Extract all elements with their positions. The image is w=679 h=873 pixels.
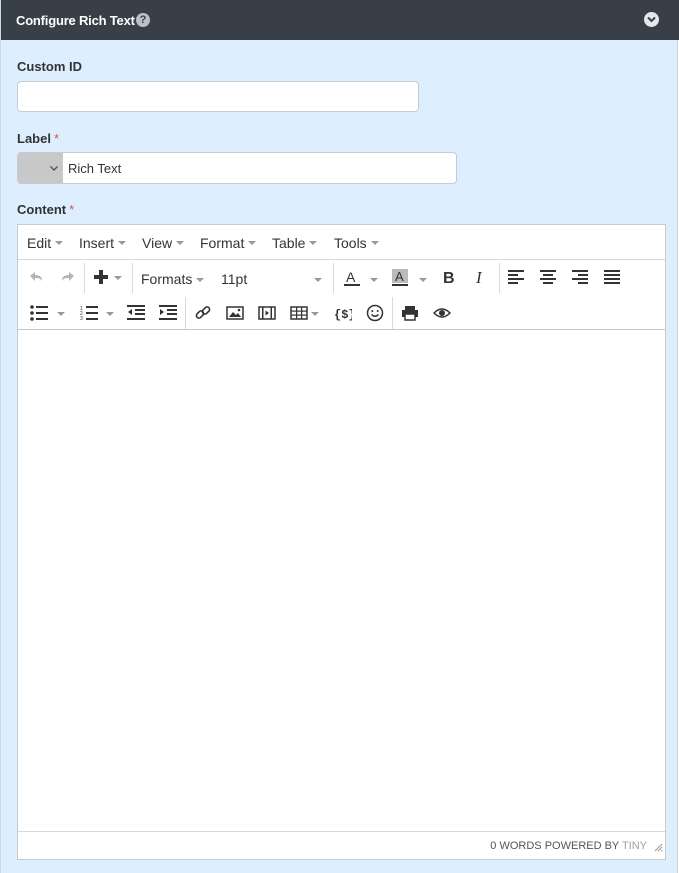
svg-text:A: A xyxy=(395,269,404,284)
menu-table[interactable]: Table xyxy=(272,235,318,251)
bullet-list-icon[interactable] xyxy=(30,305,48,331)
indent-icon[interactable] xyxy=(159,305,177,331)
label-field: Rich Text xyxy=(17,152,457,184)
align-center-icon[interactable] xyxy=(540,270,556,296)
help-icon[interactable]: ? xyxy=(136,13,150,27)
font-size-dropdown[interactable]: 11pt xyxy=(221,271,247,287)
bold-icon[interactable]: B xyxy=(442,269,456,295)
menu-edit[interactable]: Edit xyxy=(27,235,64,251)
custom-id-label: Custom ID xyxy=(17,59,82,74)
panel-header[interactable]: Configure Rich Text ? xyxy=(1,0,679,40)
italic-icon[interactable]: I xyxy=(474,269,488,295)
collapse-chevron-icon[interactable] xyxy=(644,12,659,27)
align-left-icon[interactable] xyxy=(508,270,524,296)
editor-content-area[interactable] xyxy=(18,331,665,831)
editor-menubar: Edit Insert View Format Table Tools xyxy=(18,225,665,260)
svg-text:{$}: {$} xyxy=(334,308,352,321)
resize-handle-icon[interactable] xyxy=(654,839,663,857)
menu-view[interactable]: View xyxy=(142,235,185,251)
media-icon[interactable] xyxy=(258,305,276,331)
content-field-label: Content * xyxy=(17,202,75,217)
background-color-icon[interactable]: A xyxy=(391,268,409,294)
required-marker: * xyxy=(69,202,75,217)
print-icon[interactable] xyxy=(401,305,419,331)
table-icon[interactable] xyxy=(290,305,308,331)
template-code-icon[interactable]: {$} xyxy=(334,305,352,331)
align-justify-icon[interactable] xyxy=(604,270,620,296)
word-count: 0 WORDS POWERED BY TINY xyxy=(490,840,647,852)
label-value[interactable]: Rich Text xyxy=(68,161,121,176)
insert-plus-icon[interactable] xyxy=(93,269,109,295)
menu-tools[interactable]: Tools xyxy=(334,235,379,251)
svg-text:B: B xyxy=(443,270,455,285)
tiny-brand-link[interactable]: TINY xyxy=(622,840,647,852)
outdent-icon[interactable] xyxy=(127,305,145,331)
image-icon[interactable] xyxy=(226,305,244,331)
svg-text:I: I xyxy=(475,269,483,285)
svg-text:A: A xyxy=(346,269,356,285)
link-icon[interactable] xyxy=(194,305,212,331)
panel-title: Configure Rich Text xyxy=(16,13,135,28)
menu-format[interactable]: Format xyxy=(200,235,257,251)
required-marker: * xyxy=(53,131,60,146)
rich-text-editor: Edit Insert View Format Table Tools Form… xyxy=(17,224,666,860)
editor-statusbar: 0 WORDS POWERED BY TINY xyxy=(18,831,665,859)
label-field-label: Label * xyxy=(17,131,60,146)
menu-insert[interactable]: Insert xyxy=(79,235,127,251)
configure-panel: Configure Rich Text ? Custom ID Label * R… xyxy=(0,0,679,873)
text-color-icon[interactable]: A xyxy=(343,268,361,294)
redo-icon[interactable] xyxy=(59,269,77,295)
align-right-icon[interactable] xyxy=(572,270,588,296)
custom-id-input[interactable] xyxy=(17,81,419,112)
svg-text:3: 3 xyxy=(80,316,83,321)
editor-toolbar: Formats 11pt A A B I 1 2 3 {$ xyxy=(18,261,665,330)
powered-by: POWERED BY xyxy=(544,840,620,852)
emoticon-icon[interactable] xyxy=(366,304,384,330)
undo-icon[interactable] xyxy=(27,269,45,295)
label-type-dropdown[interactable] xyxy=(18,153,63,183)
formats-dropdown[interactable]: Formats xyxy=(141,271,192,287)
preview-eye-icon[interactable] xyxy=(433,305,451,331)
numbered-list-icon[interactable]: 123 xyxy=(80,305,98,331)
